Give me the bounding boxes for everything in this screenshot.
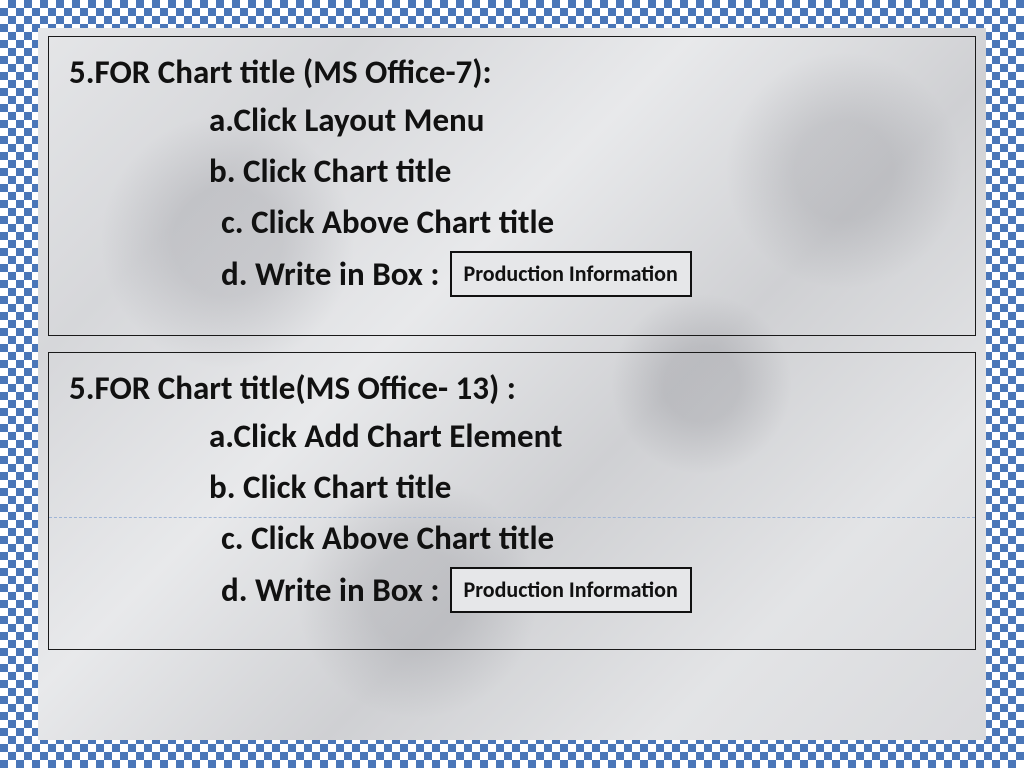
- step-b: b. Click Chart title: [209, 462, 955, 513]
- chart-title-input-value: Production Information: [450, 251, 692, 297]
- step-a: a.Click Add Chart Element: [209, 411, 955, 462]
- instruction-box-office13: 5.FOR Chart title(MS Office- 13) : a.Cli…: [48, 352, 976, 650]
- instruction-box-office7: 5.FOR Chart title (MS Office-7): a.Click…: [48, 36, 976, 336]
- step-c: c. Click Above Chart title: [221, 197, 955, 248]
- chart-title-input-value: Production Information: [450, 567, 692, 613]
- step-d-label: d. Write in Box :: [221, 249, 440, 300]
- section-heading: 5.FOR Chart title (MS Office-7):: [69, 49, 955, 95]
- step-d: d. Write in Box : Production Information: [221, 249, 955, 300]
- step-d-label: d. Write in Box :: [221, 565, 440, 616]
- step-c: c. Click Above Chart title: [221, 513, 955, 564]
- divider-line: [49, 517, 975, 518]
- step-d: d. Write in Box : Production Information: [221, 565, 955, 616]
- step-a: a.Click Layout Menu: [209, 95, 955, 146]
- step-b: b. Click Chart title: [209, 146, 955, 197]
- section-heading: 5.FOR Chart title(MS Office- 13) :: [69, 365, 955, 411]
